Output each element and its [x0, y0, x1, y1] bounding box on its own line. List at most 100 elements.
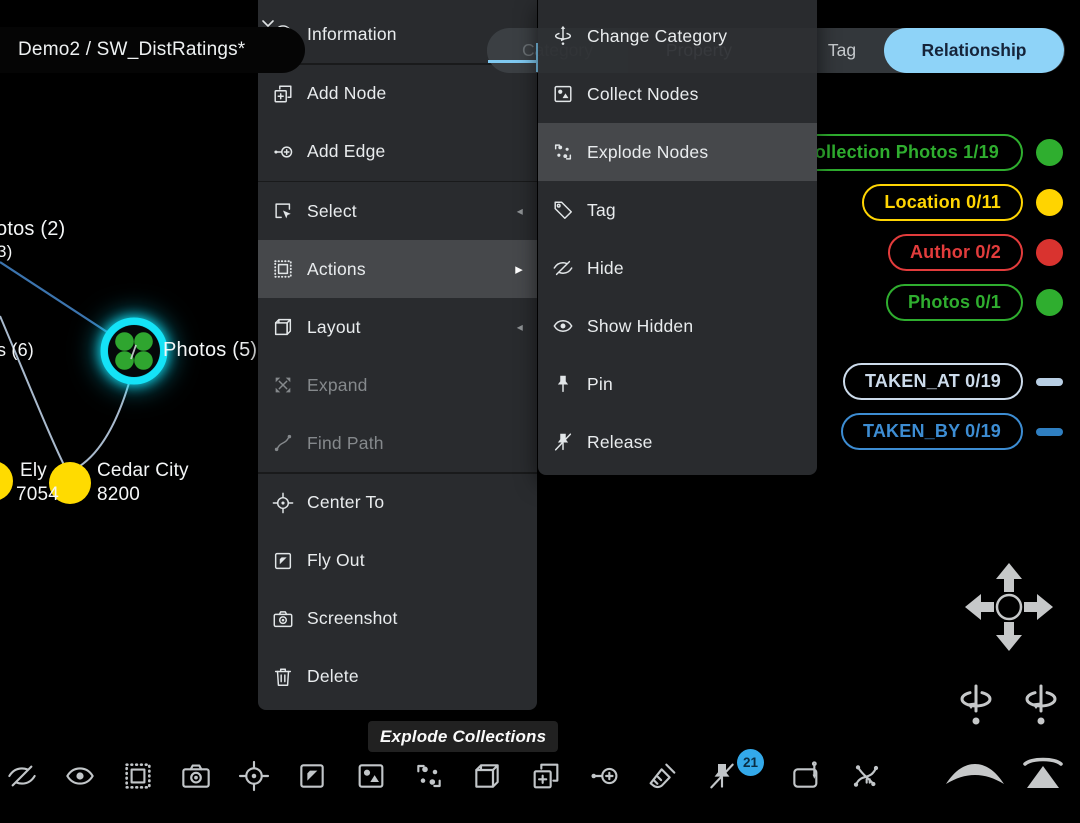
legend-row-author-0-2: Author 0/2 — [888, 234, 1063, 271]
raise-up-button[interactable] — [1015, 756, 1071, 792]
eye-icon — [64, 760, 96, 792]
tab-relationship[interactable]: Relationship — [884, 28, 1064, 73]
graph-canvas[interactable]: Collection Photos 1/19 Location 0/11 Autho… — [0, 0, 1080, 823]
submenu-arrow-right-icon: ▸ — [515, 260, 523, 278]
menu-item-add-node[interactable]: Add Node — [258, 65, 537, 123]
menu-item-center-to[interactable]: Center To — [258, 474, 537, 532]
menu-item-actions[interactable]: Actions ▸ — [258, 240, 537, 298]
menu-item-label: Layout — [307, 317, 361, 338]
menu-item-label: Pin — [587, 374, 613, 395]
context-menu: InformationAdd NodeAdd EdgeSelect◂Action… — [258, 0, 537, 710]
explode-nodes-icon — [413, 760, 445, 792]
legend-pill[interactable]: Location 0/11 — [862, 184, 1023, 221]
toolbar-screenshot-camera-button[interactable] — [180, 760, 212, 792]
legend-dash-marker[interactable] — [1036, 428, 1063, 436]
photos-collection-node[interactable] — [104, 321, 164, 381]
fly-out-icon — [296, 760, 328, 792]
legend-row-collection-photos-1-19: Collection Photos 1/19 — [780, 134, 1063, 171]
legend-row-taken-at-0-19: TAKEN_AT 0/19 — [843, 363, 1063, 400]
collect-nodes-icon — [552, 83, 574, 105]
menu-item-hide[interactable]: Hide — [538, 239, 817, 297]
graph-node-label: 7054 — [16, 484, 59, 506]
menu-item-label: Tag — [587, 200, 616, 221]
title-menu-button[interactable] — [256, 11, 280, 35]
menu-item-change-category[interactable]: Change Category — [538, 7, 817, 65]
menu-item-label: Screenshot — [307, 608, 398, 629]
toolbar-whiteboard-pen-button[interactable] — [791, 760, 823, 792]
menu-item-add-edge[interactable]: Add Edge — [258, 123, 537, 181]
layout-cube-icon — [471, 760, 503, 792]
menu-item-fly-out[interactable]: Fly Out — [258, 532, 537, 590]
pan-right-arrow-icon — [1024, 594, 1053, 620]
menu-item-pin[interactable]: Pin — [538, 355, 817, 413]
menu-item-find-path[interactable]: Find Path — [258, 414, 537, 472]
legend-pill[interactable]: Author 0/2 — [888, 234, 1023, 271]
pin-slash-icon — [552, 431, 574, 453]
toolbar-layout-cube-button[interactable] — [471, 760, 503, 792]
layout-cube-icon — [272, 316, 294, 338]
menu-item-label: Add Node — [307, 83, 386, 104]
trash-icon — [272, 666, 294, 688]
menu-item-label: Collect Nodes — [587, 84, 699, 105]
toolbar-edge-cut-button[interactable] — [850, 760, 882, 792]
toolbar-pin-slash-button[interactable] — [706, 760, 738, 792]
pin-slash-icon — [706, 760, 738, 792]
toolbar-collect-nodes-button[interactable] — [355, 760, 387, 792]
actions-submenu: Change Category Collect Nodes Explode Node… — [538, 0, 817, 475]
menu-item-release[interactable]: Release — [538, 413, 817, 471]
menu-item-label: Hide — [587, 258, 624, 279]
menu-item-label: Add Edge — [307, 141, 385, 162]
legend-row-location-0-11: Location 0/11 — [862, 184, 1063, 221]
legend-circle-marker[interactable] — [1036, 289, 1063, 316]
menu-item-collect-nodes[interactable]: Collect Nodes — [538, 65, 817, 123]
menu-item-expand[interactable]: Expand — [258, 356, 537, 414]
menu-item-tag[interactable]: Tag — [538, 181, 817, 239]
menu-item-label: Select — [307, 201, 357, 222]
toolbar-actions-grid-button[interactable] — [122, 760, 154, 792]
menu-item-layout[interactable]: Layout◂ — [258, 298, 537, 356]
menu-item-label: Actions — [307, 259, 366, 280]
legend-row-photos-0-1: Photos 0/1 — [886, 284, 1063, 321]
flatten-down-button[interactable] — [943, 756, 1007, 792]
menu-item-show-hidden[interactable]: Show Hidden — [538, 297, 817, 355]
toolbar-fly-out-button[interactable] — [296, 760, 328, 792]
legend-pill[interactable]: TAKEN_AT 0/19 — [843, 363, 1023, 400]
menu-item-label: Explode Nodes — [587, 142, 708, 163]
pan-down-arrow-icon — [996, 622, 1022, 651]
toolbar-center-to-button[interactable] — [238, 760, 270, 792]
orbit-right-button[interactable] — [1019, 683, 1063, 735]
menu-item-explode-nodes[interactable]: Explode Nodes — [538, 123, 817, 181]
legend-circle-marker[interactable] — [1036, 239, 1063, 266]
legend-circle-marker[interactable] — [1036, 139, 1063, 166]
legend-pill[interactable]: Photos 0/1 — [886, 284, 1023, 321]
legend-dash-marker[interactable] — [1036, 378, 1063, 386]
pin-icon — [552, 373, 574, 395]
graph-node-label: s (6) — [0, 340, 34, 361]
menu-item-screenshot[interactable]: Screenshot — [258, 590, 537, 648]
legend-pill[interactable]: TAKEN_BY 0/19 — [841, 413, 1023, 450]
pan-pad[interactable] — [954, 552, 1064, 662]
expand-arrows-icon — [272, 374, 294, 396]
menu-item-delete[interactable]: Delete — [258, 648, 537, 706]
menu-item-label: Show Hidden — [587, 316, 693, 337]
ely-node[interactable] — [0, 461, 13, 501]
toolbar-eye-off-button[interactable] — [6, 760, 38, 792]
graph-node-label: Cedar City — [97, 460, 189, 482]
eye-off-icon — [6, 760, 38, 792]
graph-edge[interactable] — [75, 383, 129, 469]
toolbar-add-node-button[interactable] — [530, 760, 562, 792]
toolbar-explode-nodes-button[interactable] — [413, 760, 445, 792]
menu-item-label: Information — [307, 24, 397, 45]
brush-icon — [647, 760, 679, 792]
graph-node-label: Photos (5) — [163, 339, 257, 362]
legend-circle-marker[interactable] — [1036, 189, 1063, 216]
add-node-icon — [530, 760, 562, 792]
menu-item-select[interactable]: Select◂ — [258, 182, 537, 240]
menu-item-label: Change Category — [587, 26, 727, 47]
toolbar-eye-button[interactable] — [64, 760, 96, 792]
toolbar-add-edge-button[interactable] — [588, 760, 620, 792]
chevron-down-icon — [256, 11, 280, 35]
tooltip-text: Explode Collections — [380, 727, 546, 747]
toolbar-brush-button[interactable] — [647, 760, 679, 792]
orbit-left-button[interactable] — [954, 683, 998, 735]
